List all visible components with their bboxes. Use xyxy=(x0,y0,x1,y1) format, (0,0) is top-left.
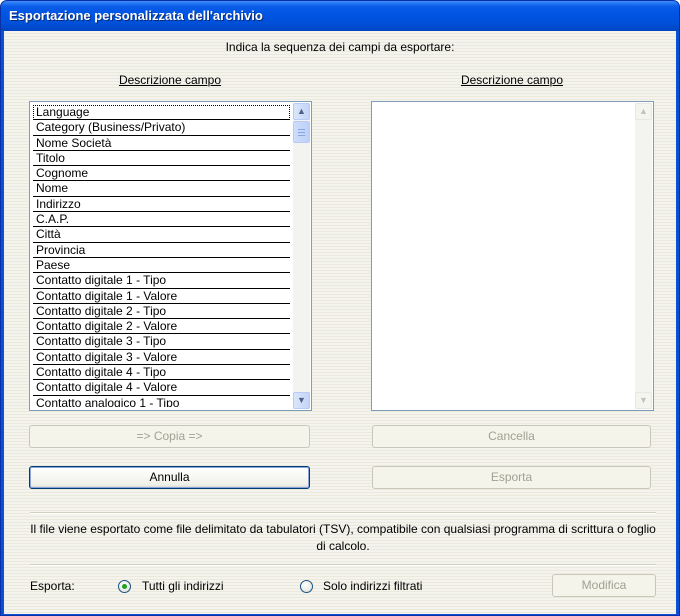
scroll-up-button-disabled: ▲ xyxy=(635,103,652,120)
arrow-up-icon: ▲ xyxy=(639,106,648,116)
list-item[interactable]: Contatto digitale 1 - Tipo xyxy=(33,273,290,289)
list-item[interactable]: Language xyxy=(33,105,290,121)
selected-fields-list[interactable]: ▲ ▼ xyxy=(371,101,654,411)
radio-all-addresses[interactable] xyxy=(118,580,131,593)
radio-filtered-addresses[interactable] xyxy=(300,580,313,593)
list-item[interactable]: Paese xyxy=(33,258,290,274)
list-item[interactable]: Contatto digitale 4 - Tipo xyxy=(33,365,290,381)
list-item[interactable]: C.A.P. xyxy=(33,212,290,228)
list-item[interactable]: Titolo xyxy=(33,151,290,167)
modify-button[interactable]: Modifica xyxy=(552,574,656,597)
instruction-text: Indica la sequenza dei campi da esportar… xyxy=(225,40,455,54)
scroll-down-button[interactable]: ▼ xyxy=(293,392,310,409)
scroll-thumb[interactable] xyxy=(293,121,310,143)
list-item[interactable]: Città xyxy=(33,227,290,243)
radio-filtered-addresses-label[interactable]: Solo indirizzi filtrati xyxy=(323,579,422,593)
radio-all-addresses-label[interactable]: Tutti gli indirizzi xyxy=(142,579,224,593)
separator-bottom xyxy=(30,564,656,566)
selected-fields-scrollbar: ▲ ▼ xyxy=(635,103,652,409)
scroll-down-button-disabled: ▼ xyxy=(635,392,652,409)
arrow-down-icon: ▼ xyxy=(297,395,306,405)
left-column-header: Descrizione campo xyxy=(118,73,222,87)
list-item[interactable]: Contatto analogico 1 - Tipo xyxy=(33,396,290,407)
export-label: Esporta: xyxy=(30,579,75,593)
list-item[interactable]: Contatto digitale 2 - Tipo xyxy=(33,304,290,320)
dialog-client-area: Indica la sequenza dei campi da esportar… xyxy=(4,31,676,614)
list-item[interactable]: Indirizzo xyxy=(33,197,290,213)
copy-button[interactable]: => Copia => xyxy=(29,425,310,448)
available-fields-scrollbar[interactable]: ▲ ▼ xyxy=(293,103,310,409)
available-fields-items: Language Category (Business/Privato) Nome … xyxy=(33,105,290,407)
title-bar[interactable]: Esportazione personalizzata dell'archivi… xyxy=(1,1,679,31)
cancel-button[interactable]: Annulla xyxy=(29,466,310,489)
list-item[interactable]: Cognome xyxy=(33,166,290,182)
list-item[interactable]: Contatto digitale 1 - Valore xyxy=(33,289,290,304)
arrow-up-icon: ▲ xyxy=(297,106,306,116)
window-title: Esportazione personalizzata dell'archivi… xyxy=(9,8,263,23)
scroll-up-button[interactable]: ▲ xyxy=(293,103,310,120)
delete-button[interactable]: Cancella xyxy=(372,425,651,448)
list-item[interactable]: Nome Società xyxy=(33,136,290,151)
separator-top xyxy=(30,512,656,514)
list-item[interactable]: Contatto digitale 3 - Tipo xyxy=(33,334,290,350)
dialog-window: Esportazione personalizzata dell'archivi… xyxy=(0,0,680,616)
right-column-header: Descrizione campo xyxy=(460,73,564,87)
list-item[interactable]: Contatto digitale 4 - Valore xyxy=(33,380,290,396)
available-fields-list[interactable]: Language Category (Business/Privato) Nome … xyxy=(29,101,312,411)
info-text: Il file viene esportato come file delimi… xyxy=(30,522,656,553)
list-item[interactable]: Contatto digitale 2 - Valore xyxy=(33,319,290,335)
list-item[interactable]: Category (Business/Privato) xyxy=(33,120,290,136)
arrow-down-icon: ▼ xyxy=(639,395,648,405)
list-item[interactable]: Nome xyxy=(33,181,290,197)
export-button[interactable]: Esporta xyxy=(372,466,651,489)
list-item[interactable]: Provincia xyxy=(33,243,290,258)
list-item[interactable]: Contatto digitale 3 - Valore xyxy=(33,350,290,366)
